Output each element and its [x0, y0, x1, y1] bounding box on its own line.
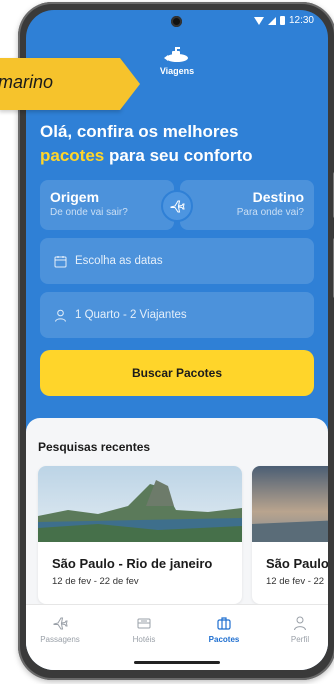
wifi-icon [253, 16, 264, 25]
banner-text: marino [0, 72, 54, 92]
tab-label: Hotéis [132, 635, 156, 644]
city-photo [252, 466, 328, 542]
signal-icon [267, 16, 276, 25]
search-packages-button[interactable]: Buscar Pacotes [40, 350, 314, 396]
hero-highlight: pacotes [40, 146, 105, 165]
rio-photo [38, 466, 242, 542]
plane-icon [170, 200, 185, 213]
status-time: 12:30 [288, 15, 314, 26]
home-indicator [134, 661, 220, 664]
brand-banner: marino [0, 58, 140, 110]
tab-perfil[interactable]: Perfil [270, 615, 328, 644]
plane-icon [53, 617, 68, 630]
tab-hoteis[interactable]: Hotéis [114, 615, 174, 644]
submarine-icon [164, 47, 188, 62]
recent-search-card[interactable]: São Paulo - Rio de janeiro 12 de fev - 2… [38, 466, 242, 604]
hotel-icon [137, 618, 151, 629]
guests-field[interactable]: 1 Quarto - 2 Viajantes [40, 292, 314, 338]
recent-searches-title: Pesquisas recentes [38, 440, 151, 454]
tab-label: Perfil [290, 635, 310, 644]
tab-label: Passagens [40, 635, 80, 644]
hero-line-1: Olá, confira os melhores [40, 122, 239, 141]
recent-search-route: São Paulo - Rio de janeiro [52, 556, 213, 571]
origin-hint: De onde vai sair? [50, 207, 128, 218]
battery-icon [279, 16, 285, 25]
dates-field[interactable]: Escolha as datas [40, 238, 314, 284]
front-camera [171, 16, 182, 27]
tab-label: Pacotes [208, 635, 240, 644]
status-bar: 12:30 [26, 10, 328, 34]
hero-line-2: para seu conforto [104, 146, 253, 165]
origin-field[interactable]: Origem De onde vai sair? [40, 180, 174, 230]
destination-field[interactable]: Destino Para onde vai? [180, 180, 314, 230]
recent-search-dates: 12 de fev - 22 [266, 576, 325, 587]
user-icon [55, 309, 66, 322]
tab-pacotes[interactable]: Pacotes [194, 615, 254, 644]
dates-placeholder: Escolha as datas [75, 255, 163, 267]
user-icon [294, 616, 306, 631]
hero-headline: Olá, confira os melhores pacotes para se… [40, 120, 310, 168]
destination-label: Destino [252, 189, 304, 205]
destination-hint: Para onde vai? [236, 207, 304, 218]
recent-search-dates: 12 de fev - 22 de fev [52, 576, 139, 587]
suitcase-icon [217, 617, 231, 630]
recent-search-route: São Paulo [266, 556, 328, 571]
tab-passagens[interactable]: Passagens [30, 615, 90, 644]
recent-search-card[interactable]: São Paulo 12 de fev - 22 [252, 466, 328, 604]
origin-label: Origem [50, 189, 100, 205]
calendar-icon [54, 255, 67, 267]
guests-value: 1 Quarto - 2 Viajantes [75, 309, 187, 321]
status-icons: 12:30 [253, 15, 314, 26]
swap-route-button[interactable] [161, 190, 193, 222]
bottom-tab-bar: Passagens Hotéis Pacotes Perfil [26, 604, 328, 670]
route-selector: Origem De onde vai sair? Destino Para on… [40, 180, 314, 230]
